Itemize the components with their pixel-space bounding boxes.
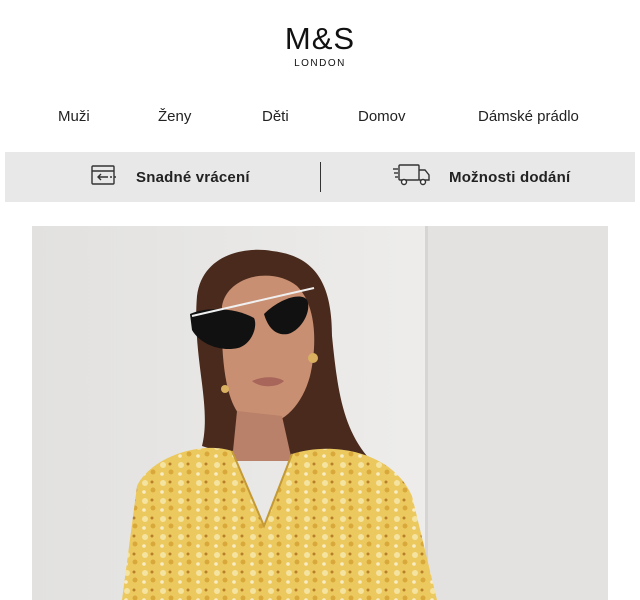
- delivery-options-link[interactable]: Možnosti dodání: [393, 152, 570, 202]
- easy-returns-label: Snadné vrácení: [136, 168, 250, 186]
- delivery-options-label: Možnosti dodání: [449, 168, 571, 186]
- category-nav: Muži Ženy Děti Domov Dámské prádlo: [0, 108, 640, 130]
- return-box-icon: [90, 163, 118, 192]
- delivery-truck-icon: [393, 162, 431, 193]
- nav-item-deti[interactable]: Děti: [262, 108, 289, 125]
- brand-logo[interactable]: M&S LONDON: [0, 21, 640, 70]
- promo-divider: [320, 162, 321, 192]
- nav-item-muzi[interactable]: Muži: [58, 108, 90, 125]
- hero-photo: [32, 226, 608, 600]
- logo-subtitle: LONDON: [294, 58, 346, 69]
- logo-wordmark: M&S: [284, 21, 356, 56]
- nav-item-zeny[interactable]: Ženy: [158, 108, 191, 125]
- hero-banner-image[interactable]: [32, 226, 608, 600]
- easy-returns-link[interactable]: Snadné vrácení: [90, 152, 250, 202]
- nav-item-domov[interactable]: Domov: [358, 108, 406, 125]
- nav-item-damske-pradlo[interactable]: Dámské prádlo: [478, 108, 579, 125]
- service-promo-bar: Snadné vrácení Možnosti dodání: [5, 152, 635, 202]
